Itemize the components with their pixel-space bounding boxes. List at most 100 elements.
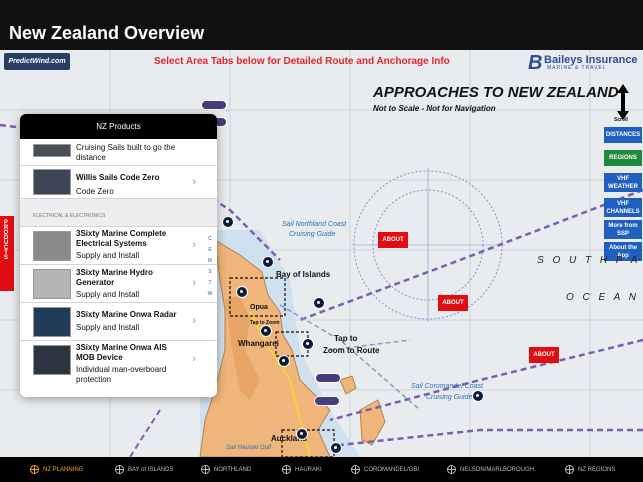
products-tab-label: PRODUCTS bbox=[3, 220, 9, 260]
tap-to-zoom-route-label[interactable]: Tap to bbox=[334, 334, 357, 343]
tab-nelson-marlborough[interactable]: NELSON/MARLBOROUGH bbox=[447, 465, 534, 474]
about-button-northland[interactable]: ABOUT bbox=[378, 232, 408, 248]
predictwind-logo[interactable]: PredictWind.com bbox=[4, 53, 70, 70]
anchorage-pin[interactable] bbox=[302, 338, 314, 350]
product-item[interactable]: 3Sixty Marine Complete Electrical System… bbox=[20, 227, 217, 265]
tab-label: NORTHLAND bbox=[214, 466, 252, 473]
product-title: Cruising Sails built to go the distance bbox=[76, 143, 176, 162]
anchorage-pin[interactable] bbox=[330, 442, 342, 454]
side-buttons: DISTANCES REGIONS VHF WEATHER VHF CHANNE… bbox=[604, 127, 642, 264]
product-subtitle: Supply and Install bbox=[76, 323, 140, 332]
globe-icon bbox=[565, 465, 574, 474]
regions-button[interactable]: REGIONS bbox=[604, 150, 642, 166]
anchorage-pin[interactable] bbox=[313, 297, 325, 309]
hauraki-gulf-label[interactable]: Sail Hauraki Gulf bbox=[226, 445, 271, 451]
index-letter[interactable]: S bbox=[206, 267, 214, 278]
vhf-channels-button[interactable]: VHF CHANNELS bbox=[604, 198, 642, 217]
tab-label: COROMANDEL/GBI bbox=[364, 466, 420, 473]
scroll-arrow-icon[interactable] bbox=[616, 84, 630, 120]
tab-nz-regions[interactable]: NZ REGIONS bbox=[565, 465, 615, 474]
section-index[interactable]: C E M S T W bbox=[206, 234, 214, 300]
northland-guide-label-2[interactable]: Cruising Guide bbox=[289, 231, 335, 238]
product-subtitle: Supply and Install bbox=[76, 251, 140, 260]
instruction-banner: Select Area Tabs below for Detailed Rout… bbox=[154, 56, 450, 67]
anchorage-pin[interactable] bbox=[236, 286, 248, 298]
scroll-label: Scroll bbox=[614, 117, 628, 123]
vhf-weather-button[interactable]: VHF WEATHER bbox=[604, 173, 642, 192]
section-header: ELECTRICAL & ELECTRONICS bbox=[20, 199, 217, 227]
anchorage-pin[interactable] bbox=[296, 428, 308, 440]
chevron-right-icon: › bbox=[192, 239, 196, 251]
tab-hauraki[interactable]: HAURAKI bbox=[282, 465, 322, 474]
product-thumbnail bbox=[33, 269, 71, 299]
south-pacific-label: S O U T H P A bbox=[537, 255, 641, 266]
coromandel-guide-label-2[interactable]: Cruising Guide bbox=[426, 394, 472, 401]
product-thumbnail bbox=[33, 345, 71, 375]
product-item[interactable]: 3Sixty Marine Onwa AIS MOB Device Indivi… bbox=[20, 341, 217, 384]
globe-icon bbox=[282, 465, 291, 474]
product-title: Willis Sails Code Zero bbox=[76, 173, 160, 182]
product-thumbnail bbox=[33, 169, 71, 195]
product-title: 3Sixty Marine Hydro Generator bbox=[76, 268, 153, 287]
product-thumbnail bbox=[33, 144, 71, 157]
globe-icon bbox=[30, 465, 39, 474]
globe-icon bbox=[201, 465, 210, 474]
globe-icon bbox=[351, 465, 360, 474]
index-letter[interactable]: C bbox=[206, 234, 214, 245]
product-item[interactable]: 3Sixty Marine Hydro Generator Supply and… bbox=[20, 265, 217, 303]
products-tab[interactable]: PRODUCTS bbox=[0, 216, 14, 291]
title-bar: New Zealand Overview bbox=[0, 0, 643, 50]
popover-header: NZ Products bbox=[20, 114, 217, 139]
bay-of-islands-label[interactable]: Bay of Islands bbox=[276, 270, 330, 279]
product-subtitle: Supply and Install bbox=[76, 290, 140, 299]
chart-subtitle: Not to Scale - Not for Navigation bbox=[373, 104, 496, 113]
about-button-coromandel[interactable]: ABOUT bbox=[529, 347, 559, 363]
tab-bay-of-islands[interactable]: BAY of ISLANDS bbox=[115, 465, 173, 474]
tab-label: HAURAKI bbox=[295, 466, 322, 473]
baileys-logo[interactable]: B Baileys Insurance MARINE & TRAVEL bbox=[527, 51, 642, 74]
coromandel-guide-label[interactable]: Sail Coromandel Coast bbox=[411, 383, 483, 390]
index-letter[interactable]: T bbox=[206, 278, 214, 289]
tap-to-zoom-route-label-2[interactable]: Zoom to Route bbox=[323, 346, 379, 355]
product-subtitle: Code Zero bbox=[76, 187, 114, 196]
distances-button[interactable]: DISTANCES bbox=[604, 127, 642, 143]
chevron-right-icon: › bbox=[192, 277, 196, 289]
product-item[interactable]: Willis Sails Code Zero Code Zero › bbox=[20, 166, 217, 199]
anchorage-pin[interactable] bbox=[262, 256, 274, 268]
chart-title: APPROACHES TO NEW ZEALAND bbox=[373, 84, 619, 101]
more-from-ssp-button[interactable]: More from SSP bbox=[604, 220, 642, 239]
product-title: 3Sixty Marine Complete Electrical System… bbox=[76, 229, 167, 248]
marina-marker-4[interactable] bbox=[314, 396, 340, 406]
tab-coromandel-gbi[interactable]: COROMANDEL/GBI bbox=[351, 465, 419, 474]
product-item[interactable]: Cruising Sails built to go the distance bbox=[20, 139, 217, 166]
tab-label: NELSON/MARLBOROUGH bbox=[460, 466, 535, 473]
anchorage-pin[interactable] bbox=[472, 390, 484, 402]
about-button-hauraki[interactable]: ABOUT bbox=[438, 295, 468, 311]
index-letter[interactable]: M bbox=[206, 256, 214, 267]
anchorage-pin[interactable] bbox=[260, 325, 272, 337]
northland-guide-label[interactable]: Sail Northland Coast bbox=[282, 221, 346, 228]
opua-label[interactable]: Opua bbox=[250, 304, 268, 311]
baileys-logo-tagline: MARINE & TRAVEL bbox=[547, 65, 607, 71]
tab-label: NZ REGIONS bbox=[578, 466, 616, 473]
whangarei-label[interactable]: Whangarei bbox=[238, 339, 279, 348]
product-title: 3Sixty Marine Onwa Radar bbox=[76, 310, 177, 319]
chevron-right-icon: › bbox=[192, 353, 196, 365]
product-thumbnail bbox=[33, 307, 71, 337]
index-letter[interactable]: W bbox=[206, 289, 214, 300]
marina-marker-1[interactable] bbox=[201, 100, 227, 110]
tab-nz-planning[interactable]: NZ PLANNING bbox=[30, 465, 83, 474]
ocean-label: O C E A N bbox=[566, 292, 639, 303]
tab-label: NZ PLANNING bbox=[43, 466, 84, 473]
section-header-label: ELECTRICAL & ELECTRONICS bbox=[33, 213, 106, 219]
product-thumbnail bbox=[33, 231, 71, 261]
products-popover: NZ Products Cruising Sails built to go t… bbox=[20, 114, 217, 397]
anchorage-pin[interactable] bbox=[278, 355, 290, 367]
index-letter[interactable]: E bbox=[206, 245, 214, 256]
tab-northland[interactable]: NORTHLAND bbox=[201, 465, 251, 474]
product-item[interactable]: 3Sixty Marine Onwa Radar Supply and Inst… bbox=[20, 303, 217, 341]
anchorage-pin[interactable] bbox=[222, 216, 234, 228]
product-subtitle: Individual man-overboard protection bbox=[76, 365, 167, 384]
marina-marker-3[interactable] bbox=[315, 373, 341, 383]
baileys-logo-mark: B bbox=[528, 52, 543, 74]
